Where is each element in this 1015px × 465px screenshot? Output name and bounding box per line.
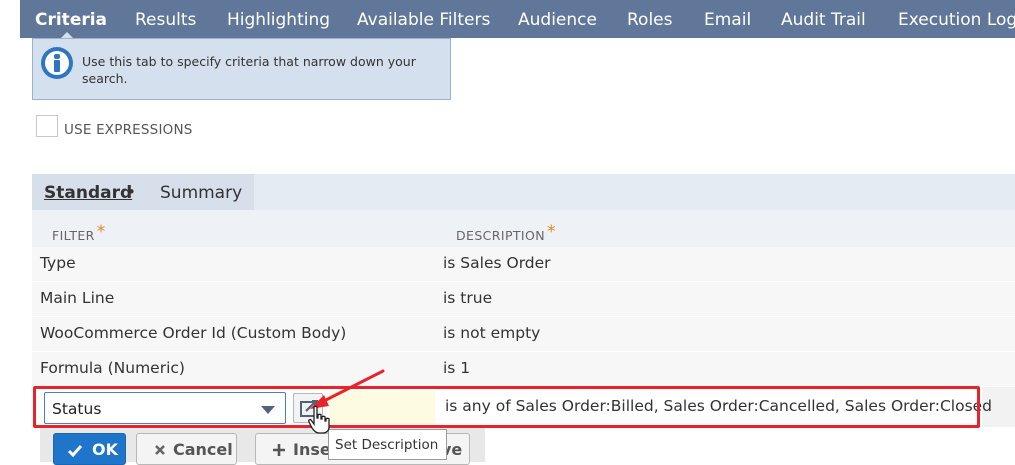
tooltip-text: Set Description: [335, 437, 439, 453]
info-icon: [41, 47, 73, 79]
row-filter: WooCommerce Order Id (Custom Body): [40, 324, 347, 342]
info-text: Use this tab to specify criteria that na…: [82, 54, 416, 86]
close-icon: [155, 445, 165, 455]
ok-button[interactable]: OK: [53, 433, 126, 465]
table-row[interactable]: Formula (Numeric) is 1: [32, 352, 1015, 387]
tab-email[interactable]: Email: [704, 9, 751, 31]
row-description: is true: [443, 289, 493, 307]
set-description-tooltip: Set Description: [328, 429, 447, 460]
use-expressions-label: USE EXPRESSIONS: [64, 122, 193, 138]
cancel-label: Cancel: [173, 440, 233, 459]
insert-label: Inse: [293, 440, 331, 459]
row-description: is not empty: [443, 324, 541, 342]
table-row[interactable]: Type is Sales Order: [32, 247, 1015, 282]
ok-label: OK: [92, 440, 118, 459]
tab-audience[interactable]: Audience: [518, 9, 597, 31]
row-filter: Main Line: [40, 289, 115, 307]
cancel-button[interactable]: Cancel: [136, 433, 237, 465]
header-filter: FILTER *: [52, 222, 106, 243]
required-star: *: [96, 222, 106, 242]
row-filter: Type: [40, 254, 76, 272]
tab-results[interactable]: Results: [135, 9, 196, 31]
highlight-frame: [33, 386, 980, 428]
row-description: is Sales Order: [443, 254, 551, 272]
subtab-standard[interactable]: Standard: [44, 183, 132, 203]
table-row[interactable]: WooCommerce Order Id (Custom Body) is no…: [32, 317, 1015, 352]
hand-cursor-icon: [308, 405, 330, 434]
subtab-standard-dot: •: [127, 183, 136, 201]
info-message: Use this tab to specify criteria that na…: [32, 38, 451, 100]
row-filter: Formula (Numeric): [40, 359, 185, 377]
top-tab-bar: Criteria Results Highlighting Available …: [20, 0, 1015, 38]
tab-criteria[interactable]: Criteria: [35, 9, 107, 31]
tab-roles[interactable]: Roles: [627, 9, 673, 31]
tab-execution-log[interactable]: Execution Log: [898, 9, 1015, 31]
check-icon: [67, 445, 83, 457]
row-description: is 1: [443, 359, 471, 377]
tab-audit-trail[interactable]: Audit Trail: [781, 9, 866, 31]
subtab-summary[interactable]: Summary: [160, 183, 242, 203]
plus-icon: [273, 444, 285, 456]
required-star: *: [547, 222, 556, 242]
table-row[interactable]: Main Line is true: [32, 282, 1015, 317]
use-expressions-checkbox[interactable]: [36, 115, 58, 137]
tab-highlighting[interactable]: Highlighting: [227, 9, 330, 31]
header-description: DESCRIPTION *: [456, 222, 556, 243]
tab-available-filters[interactable]: Available Filters: [357, 9, 490, 31]
